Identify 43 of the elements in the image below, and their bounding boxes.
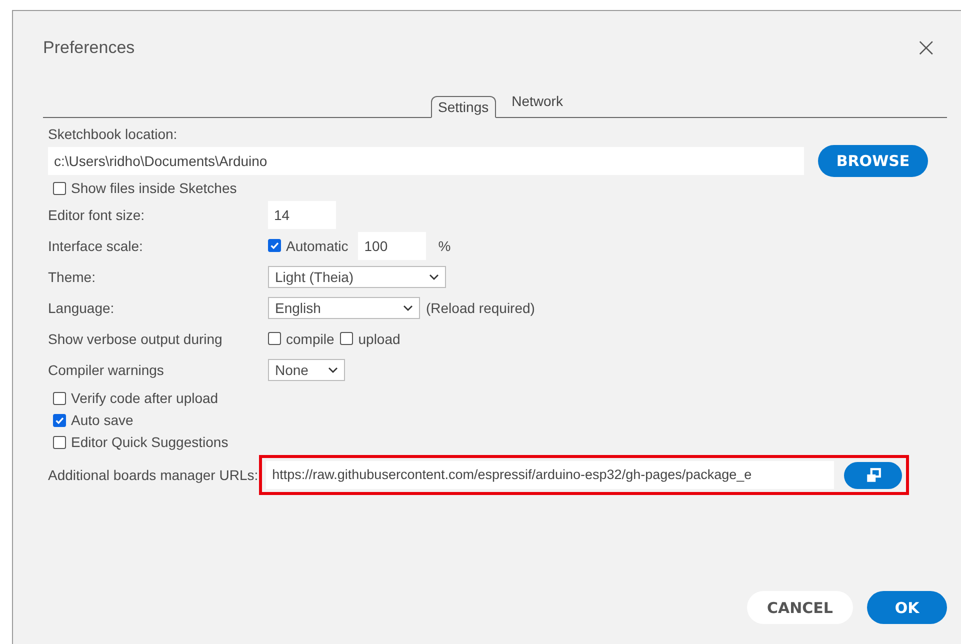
cancel-button[interactable]: CANCEL bbox=[747, 591, 853, 624]
windows-icon bbox=[864, 466, 882, 484]
tab[interactable]: Network bbox=[496, 85, 579, 118]
checkbox-label: Show files inside Sketches bbox=[71, 180, 237, 196]
chevron-icon bbox=[403, 304, 413, 310]
field-label: Additional boards manager URLs: bbox=[48, 467, 258, 483]
checkbox-label: Automatic bbox=[286, 238, 348, 254]
close-button[interactable]: × bbox=[915, 35, 937, 61]
dropdown[interactable]: Light (Theia) bbox=[268, 266, 446, 288]
ok-button[interactable]: OK bbox=[867, 591, 947, 624]
checkbox-label: upload bbox=[358, 330, 400, 346]
checkbox[interactable] bbox=[53, 436, 66, 448]
dialog-title: Preferences bbox=[43, 38, 135, 58]
checkbox-label: Auto save bbox=[71, 412, 134, 428]
checkbox[interactable] bbox=[53, 182, 66, 194]
checkbox[interactable] bbox=[268, 239, 281, 252]
checkbox[interactable] bbox=[53, 392, 66, 404]
unit-label: % bbox=[438, 238, 451, 254]
field-label: Interface scale: bbox=[48, 238, 144, 254]
checkbox-label: Verify code after upload bbox=[71, 390, 218, 406]
chevron-icon bbox=[429, 274, 439, 280]
field-label: Editor font size: bbox=[48, 206, 146, 222]
checkbox-label: compile bbox=[286, 330, 334, 346]
checkbox[interactable] bbox=[268, 332, 281, 345]
dropdown[interactable]: English bbox=[268, 296, 420, 318]
input-field[interactable]: 14 bbox=[268, 200, 336, 228]
tab[interactable]: Settings bbox=[431, 96, 496, 118]
chevron-icon bbox=[328, 366, 338, 372]
checkbox[interactable] bbox=[340, 332, 354, 345]
input-field[interactable]: c:\Users\ridho\Documents\Arduino bbox=[48, 147, 804, 175]
open-window-button[interactable] bbox=[844, 462, 902, 488]
field-label: Show verbose output during bbox=[48, 330, 224, 346]
field-label: Language: bbox=[48, 300, 116, 316]
field-label: Compiler warnings bbox=[48, 362, 165, 378]
field-label: Theme: bbox=[48, 268, 96, 284]
note-text: (Reload required) bbox=[426, 300, 535, 316]
input-field[interactable]: 100 bbox=[358, 232, 426, 260]
input-field[interactable]: https://raw.githubusercontent.com/espressif/arduino-esp32/gh-pages/package_e bbox=[266, 461, 834, 489]
checkbox-label: Editor Quick Suggestions bbox=[71, 434, 228, 450]
field-label: Sketchbook location: bbox=[48, 126, 178, 142]
dropdown[interactable]: None bbox=[268, 358, 345, 380]
browse-button[interactable]: BROWSE bbox=[818, 145, 928, 177]
checkbox[interactable] bbox=[53, 414, 66, 426]
